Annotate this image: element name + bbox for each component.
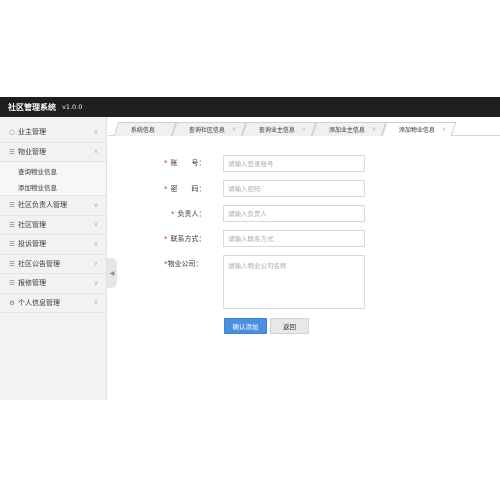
account-label: * 账 号： [164, 158, 206, 168]
company-label: *物业公司： [164, 259, 203, 269]
app-version: v1.0.0 [62, 103, 83, 111]
list-icon: ☰ [9, 220, 15, 229]
chevron-down-icon: ∨ [93, 221, 98, 229]
close-icon[interactable]: ✕ [442, 127, 447, 133]
chevron-down-icon: ∨ [93, 260, 98, 268]
close-icon[interactable]: ✕ [232, 127, 237, 133]
close-icon[interactable]: ✕ [372, 127, 377, 133]
tab-label: 系统信息 [130, 127, 155, 134]
company-textarea[interactable] [223, 255, 365, 309]
list-icon: ☰ [9, 279, 15, 288]
top-bar: 社区管理系统 v1.0.0 [0, 97, 500, 117]
sidebar-item-personal-info-management[interactable]: ⚙ 个人信息管理 ∨ [0, 294, 106, 313]
list-icon: ☰ [9, 259, 15, 268]
chevron-down-icon: ∨ [93, 279, 98, 287]
list-icon: ☰ [9, 201, 15, 210]
user-icon: ○ [9, 128, 15, 137]
tab-label: 添加业主信息 [328, 127, 365, 134]
password-label: * 密 码： [164, 184, 206, 194]
tab-bar: 系统信息 查询社区信息 ✕ 查询业主信息 ✕ 添加业主信息 ✕ 添加物业信息 ✕ [108, 122, 500, 136]
manager-label: * 负责人： [171, 209, 206, 219]
chevron-up-icon: ∧ [93, 148, 98, 156]
tab-system-info[interactable]: 系统信息 [113, 122, 177, 136]
sidebar-item-label: 报修管理 [18, 279, 46, 288]
account-input[interactable] [223, 155, 365, 172]
sidebar-item-label: 物业管理 [18, 147, 46, 156]
tab-label: 查询社区信息 [188, 127, 225, 134]
contact-label: * 联系方式： [164, 234, 206, 244]
chevron-down-icon: ∨ [93, 240, 98, 248]
sidebar-item-announcement-management[interactable]: ☰ 社区公告管理 ∨ [0, 255, 106, 274]
account-label-text: 账 号： [170, 159, 206, 167]
required-mark: * [171, 210, 175, 218]
sidebar: ○ 业主管理 ∨ ☰ 物业管理 ∧ 查询物业信息 添加物业信息 ☰ 社区负责人管… [0, 117, 107, 400]
sidebar-subitem-add-property[interactable]: 添加物业信息 [0, 179, 106, 196]
tab-add-property[interactable]: 添加物业信息 ✕ [381, 122, 457, 136]
sidebar-item-property-management[interactable]: ☰ 物业管理 ∧ [0, 143, 106, 162]
company-label-text: 物业公司： [167, 260, 203, 268]
sidebar-item-complaint-management[interactable]: ☰ 投诉管理 ∨ [0, 235, 106, 255]
sidebar-item-label: 个人信息管理 [18, 298, 60, 307]
gear-icon: ⚙ [9, 298, 15, 307]
sidebar-item-label: 投诉管理 [18, 240, 46, 249]
sidebar-item-label: 业主管理 [18, 128, 46, 137]
close-icon[interactable]: ✕ [302, 127, 307, 133]
tab-query-owner[interactable]: 查询业主信息 ✕ [241, 122, 317, 136]
password-input[interactable] [223, 180, 365, 197]
tab-label: 添加物业信息 [398, 127, 435, 134]
tab-add-owner[interactable]: 添加业主信息 ✕ [311, 122, 387, 136]
list-icon: ☰ [9, 240, 15, 249]
tab-query-community[interactable]: 查询社区信息 ✕ [171, 122, 247, 136]
required-mark: * [164, 159, 168, 167]
sidebar-item-label: 社区公告管理 [18, 259, 60, 268]
sidebar-subitem-query-property[interactable]: 查询物业信息 [0, 162, 106, 179]
sidebar-item-community-leader-management[interactable]: ☰ 社区负责人管理 ∨ [0, 196, 106, 216]
sidebar-item-repair-management[interactable]: ☰ 报修管理 ∨ [0, 274, 106, 294]
manager-label-text: 负责人： [177, 210, 206, 218]
sidebar-item-label: 社区管理 [18, 220, 46, 229]
required-mark: * [164, 235, 168, 243]
sidebar-item-label: 社区负责人管理 [18, 201, 67, 210]
manager-input[interactable] [223, 205, 365, 222]
required-mark: * [164, 185, 168, 193]
list-icon: ☰ [9, 147, 15, 156]
app-title: 社区管理系统 [8, 102, 56, 112]
sidebar-item-owner-management[interactable]: ○ 业主管理 ∨ [0, 123, 106, 143]
password-label-text: 密 码： [170, 185, 206, 193]
back-button[interactable]: 返回 [270, 318, 309, 334]
tab-label: 查询业主信息 [258, 127, 295, 134]
chevron-down-icon: ∨ [93, 128, 98, 136]
chevron-down-icon: ∨ [93, 299, 98, 307]
confirm-add-button[interactable]: 确认添加 [224, 318, 267, 334]
chevron-down-icon: ∨ [93, 201, 98, 209]
contact-input[interactable] [223, 230, 365, 247]
contact-label-text: 联系方式： [170, 235, 206, 243]
sidebar-item-community-management[interactable]: ☰ 社区管理 ∨ [0, 216, 106, 235]
